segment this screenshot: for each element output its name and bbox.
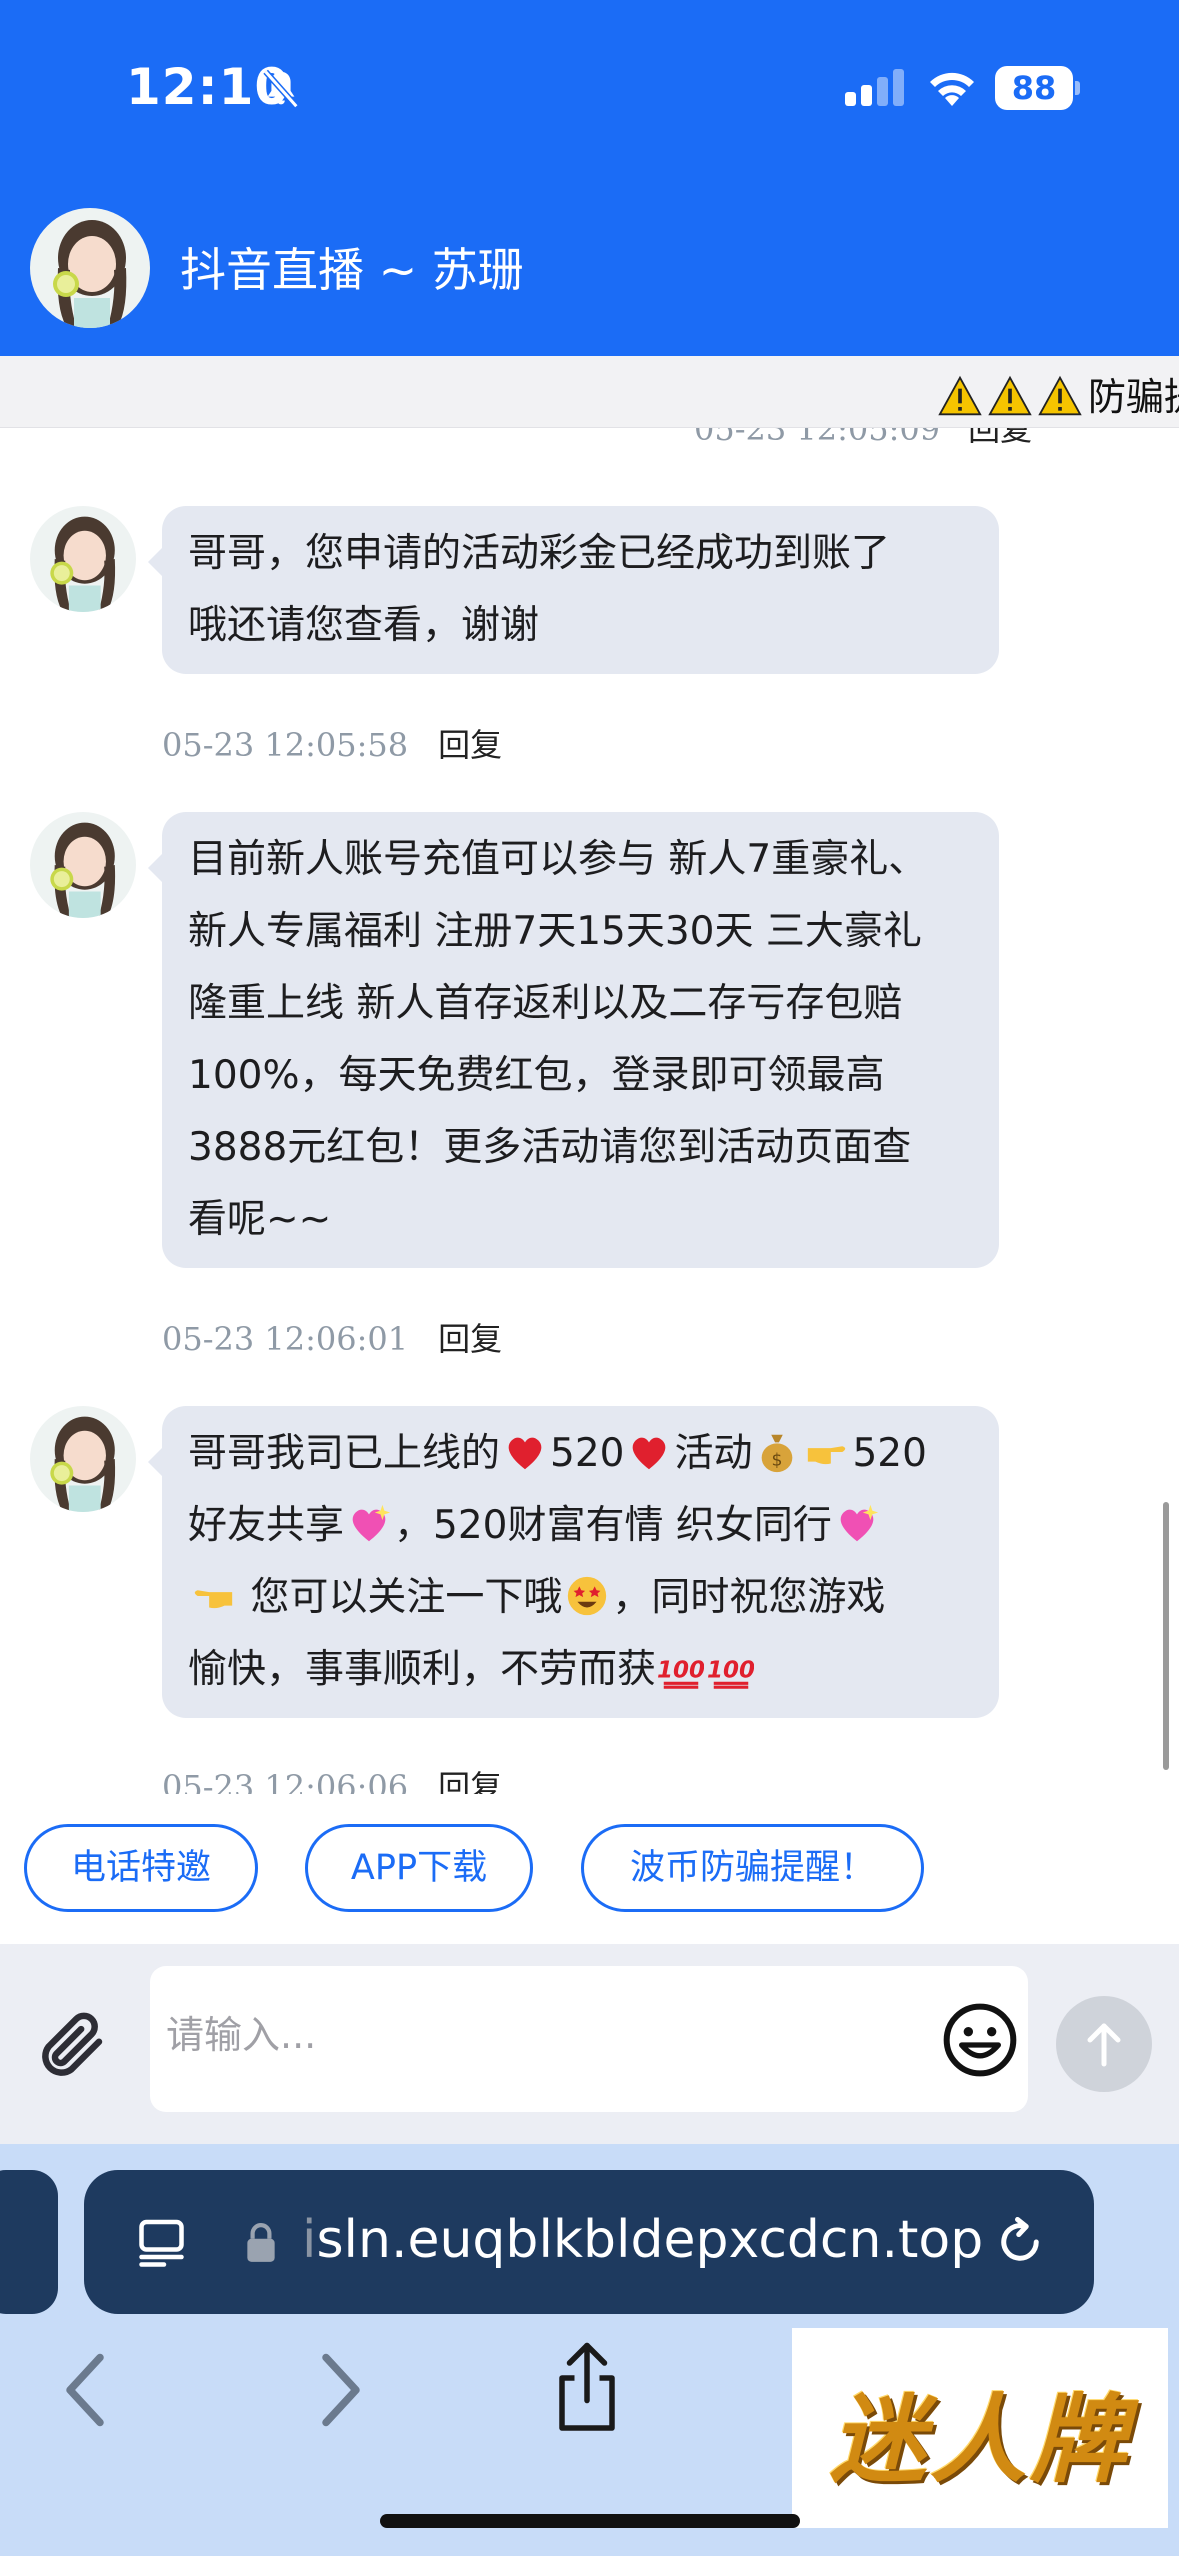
quick-actions-bar: 电话特邀 APP下载 波币防骗提醒！ xyxy=(0,1794,1179,1944)
bell-muted-icon xyxy=(263,69,299,109)
svg-text:$: $ xyxy=(772,1450,783,1470)
message-meta: 05-23 12:05:58 回复 xyxy=(162,720,502,766)
message-meta: 05-23 12:06:01 回复 xyxy=(162,1314,502,1360)
message-time: 05-23 12:06:06 xyxy=(162,1768,409,1794)
message-bubble[interactable]: 哥哥我司已上线的 520 活动 $520 好友共享 ，520财富有情 织女同行 您可以关… xyxy=(148,1406,999,1718)
warning-icon xyxy=(938,375,982,416)
emoji-icon[interactable] xyxy=(940,2000,1020,2080)
message-line: 愉快，事事顺利，不劳而获 100 100 xyxy=(188,1634,973,1706)
home-indicator[interactable] xyxy=(380,2514,800,2528)
message-line: 目前新人账号充值可以参与 新人7重豪礼、 xyxy=(188,837,928,882)
message-line: 您可以关注一下哦 ，同时祝您游戏 xyxy=(188,1562,973,1634)
message-line: 看呢~~ xyxy=(188,1197,332,1242)
text-segment: 好友共享 xyxy=(188,1503,345,1548)
message-avatar[interactable] xyxy=(30,1406,136,1512)
arrow-up-icon xyxy=(1087,2023,1121,2067)
message-avatar[interactable] xyxy=(30,506,136,612)
battery-indicator: 88 xyxy=(995,66,1081,110)
text-segment: ，520财富有情 织女同行 xyxy=(394,1503,832,1548)
watermark-text: 迷人牌 xyxy=(830,2384,1130,2496)
attachment-icon[interactable] xyxy=(34,2006,112,2084)
lock-icon xyxy=(247,2223,275,2262)
hundred-points-icon: 100 xyxy=(658,1658,704,1689)
notice-marquee: 防骗提 xyxy=(0,356,1179,428)
reply-link[interactable]: 回复 xyxy=(438,1768,502,1794)
message-line: 哦还请您查看，谢谢 xyxy=(188,603,540,648)
battery-cap xyxy=(1075,81,1080,95)
message-line: 好友共享 ，520财富有情 织女同行 xyxy=(188,1490,973,1562)
phone-invite-button[interactable]: 电话特邀 xyxy=(24,1824,258,1912)
back-icon[interactable] xyxy=(60,2350,110,2430)
sparkling-heart-icon xyxy=(840,1504,878,1542)
app-header: 12:10 88 抖音直播 ~ 苏珊 xyxy=(0,0,1179,356)
message-line: 100%，每天免费红包，登录即可领最高 xyxy=(188,1053,885,1098)
hundred-points-icon: 100 xyxy=(708,1658,754,1689)
chat-messages[interactable]: 05-23 12:05:09 回复 哥哥，您申请的活动彩金已经成功到账了 哦还请您… xyxy=(0,428,1179,1794)
text-segment: 哥哥我司已上线的 xyxy=(188,1431,501,1476)
chat-title: 抖音直播 ~ 苏珊 xyxy=(180,243,524,297)
page-menu-icon[interactable] xyxy=(134,2212,194,2272)
avatar-image xyxy=(30,208,150,328)
message-meta-partial: 05-23 12:05:09 回复 xyxy=(694,428,1032,450)
text-segment: 520 xyxy=(852,1431,927,1476)
message-time: 05-23 12:05:09 xyxy=(694,428,941,448)
warning-icon xyxy=(1038,375,1082,416)
red-heart-icon xyxy=(633,1437,666,1470)
star-struck-icon xyxy=(568,1576,607,1616)
message-line: 3888元红包！更多活动请您到活动页面查 xyxy=(188,1125,912,1170)
svg-text:100: 100 xyxy=(708,1658,754,1684)
reload-icon[interactable] xyxy=(990,2212,1050,2272)
address-bar[interactable]: isln.euqblkbldepxcdcn.top xyxy=(84,2170,1094,2314)
forward-icon[interactable] xyxy=(316,2350,366,2430)
message-input[interactable]: 请输入... xyxy=(150,1966,1028,2112)
text-segment: 520 xyxy=(550,1431,625,1476)
watermark-logo: 迷人牌 xyxy=(792,2328,1168,2528)
message-meta: 05-23 12:06:06 回复 xyxy=(162,1762,502,1794)
cellular-signal-icon xyxy=(845,69,904,106)
app-download-button[interactable]: APP下载 xyxy=(305,1824,533,1912)
pointing-right-icon xyxy=(808,1446,846,1465)
message-time: 05-23 12:05:58 xyxy=(162,726,409,764)
message-bubble[interactable]: 哥哥，您申请的活动彩金已经成功到账了 哦还请您查看，谢谢 xyxy=(148,506,999,674)
agent-avatar[interactable] xyxy=(30,208,150,328)
chat-scrollbar[interactable] xyxy=(1163,1502,1169,1770)
send-button[interactable] xyxy=(1056,1996,1152,2092)
text-segment: 您可以关注一下哦 xyxy=(238,1575,563,1620)
warning-icon xyxy=(988,375,1032,416)
money-bag-icon: $ xyxy=(762,1434,793,1473)
text-segment: 愉快，事事顺利，不劳而获 xyxy=(188,1647,657,1692)
url-prefix: i xyxy=(302,2210,317,2270)
message-avatar[interactable] xyxy=(30,812,136,918)
reply-link[interactable]: 回复 xyxy=(438,1320,502,1358)
svg-text:100: 100 xyxy=(658,1658,704,1684)
url-domain: sln.euqblkbldepxcdcn.top xyxy=(316,2210,984,2270)
message-line: 隆重上线 新人首存返利以及二存亏存包赔 xyxy=(188,981,903,1026)
red-heart-icon xyxy=(508,1437,542,1470)
marquee-text: 防骗提 xyxy=(1088,375,1179,419)
message-input-bar: 请输入... xyxy=(0,1944,1179,2144)
reply-link[interactable]: 回复 xyxy=(968,428,1032,448)
message-bubble[interactable]: 目前新人账号充值可以参与 新人7重豪礼、 新人专属福利 注册7天15天30天 三… xyxy=(148,812,999,1268)
battery-level: 88 xyxy=(995,66,1073,110)
url-text: isln.euqblkbldepxcdcn.top xyxy=(302,2210,983,2270)
pointing-left-icon xyxy=(194,1590,233,1609)
browser-toolbar: isln.euqblkbldepxcdcn.top 迷人牌 xyxy=(0,2144,1179,2556)
message-line: 哥哥我司已上线的 520 活动 $520 xyxy=(188,1418,973,1490)
wifi-icon xyxy=(930,72,974,106)
reply-link[interactable]: 回复 xyxy=(438,726,502,764)
avatar-image xyxy=(30,812,136,918)
avatar-image xyxy=(30,506,136,612)
message-time: 05-23 12:06:01 xyxy=(162,1320,409,1358)
message-line: 哥哥，您申请的活动彩金已经成功到账了 xyxy=(188,531,891,576)
sparkling-heart-icon xyxy=(352,1504,391,1542)
text-segment: ，同时祝您游戏 xyxy=(612,1575,886,1620)
message-line: 新人专属福利 注册7天15天30天 三大豪礼 xyxy=(188,909,922,954)
text-segment: 活动 xyxy=(674,1431,753,1476)
avatar-image xyxy=(30,1406,136,1512)
share-icon[interactable] xyxy=(552,2340,622,2436)
fraud-reminder-button[interactable]: 波币防骗提醒！ xyxy=(581,1824,924,1912)
previous-tab[interactable] xyxy=(0,2170,58,2314)
